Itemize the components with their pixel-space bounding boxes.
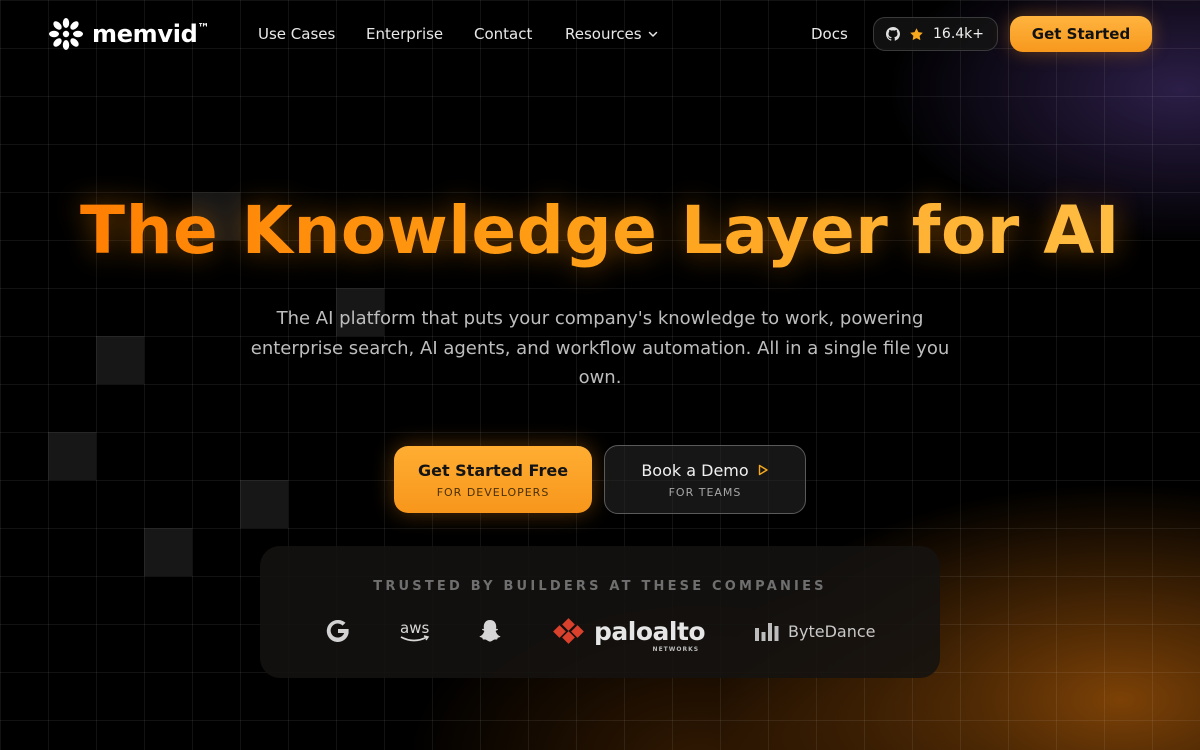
top-navigation: memvid™ Use Cases Enterprise Contact Res… <box>0 0 1200 68</box>
get-started-free-button[interactable]: Get Started Free FOR DEVELOPERS <box>394 446 592 513</box>
snapchat-ghost-icon <box>479 620 501 642</box>
hero-subtitle: The AI platform that puts your company's… <box>250 308 950 388</box>
brand-name: memvid™ <box>92 20 210 48</box>
memvid-flower-logo-icon <box>49 18 83 50</box>
primary-button-sublabel: FOR DEVELOPERS <box>436 485 550 499</box>
secondary-button-sublabel: FOR TEAMS <box>668 485 742 499</box>
play-icon <box>758 464 768 476</box>
bytedance-bars-icon <box>755 623 779 641</box>
trusted-label: TRUSTED BY BUILDERS AT THESE COMPANIES <box>373 579 827 594</box>
paloalto-wordmark: paloalto NETWORKS <box>594 616 706 653</box>
google-g-icon <box>326 619 349 642</box>
aws-logo: aws <box>400 614 429 648</box>
hero-title: The Knowledge Layer for AI <box>0 192 1200 269</box>
trademark-symbol: ™ <box>197 21 210 35</box>
book-demo-button[interactable]: Book a Demo FOR TEAMS <box>604 445 806 514</box>
github-icon <box>886 27 900 41</box>
bytedance-logo: ByteDance <box>754 614 875 648</box>
paloalto-mark-icon <box>553 618 584 644</box>
nav-dropdown-resources[interactable]: Resources <box>565 25 658 43</box>
grid-highlight-cell <box>240 480 288 528</box>
aws-smile-icon <box>400 635 430 642</box>
get-started-button[interactable]: Get Started <box>1010 16 1152 52</box>
chevron-down-icon <box>648 31 657 37</box>
secondary-button-label: Book a Demo <box>641 460 749 480</box>
github-stars-count: 16.4k+ <box>933 26 985 42</box>
nav-link-enterprise[interactable]: Enterprise <box>366 25 443 43</box>
resources-label: Resources <box>565 25 642 43</box>
primary-button-label: Get Started Free <box>417 460 569 480</box>
grid-highlight-cell <box>48 432 96 480</box>
paloalto-networks-sub: NETWORKS <box>652 645 700 653</box>
nav-link-contact[interactable]: Contact <box>474 25 532 43</box>
google-logo <box>324 614 352 648</box>
brand-logo-link[interactable]: memvid™ <box>49 18 210 50</box>
company-logos-row: aws paloalto NETWORKS ByteDance <box>260 614 940 653</box>
github-stars-button[interactable]: 16.4k+ <box>873 17 998 51</box>
bytedance-wordmark: ByteDance <box>788 621 876 641</box>
paloalto-networks-logo: paloalto NETWORKS <box>552 614 706 653</box>
grid-highlight-cell <box>96 336 144 384</box>
star-icon <box>910 27 923 40</box>
nav-link-docs[interactable]: Docs <box>811 25 848 43</box>
snapchat-logo <box>477 614 503 648</box>
nav-link-use-cases[interactable]: Use Cases <box>258 25 335 43</box>
trusted-companies-panel: TRUSTED BY BUILDERS AT THESE COMPANIES a… <box>260 546 940 678</box>
grid-highlight-cell <box>144 528 192 576</box>
